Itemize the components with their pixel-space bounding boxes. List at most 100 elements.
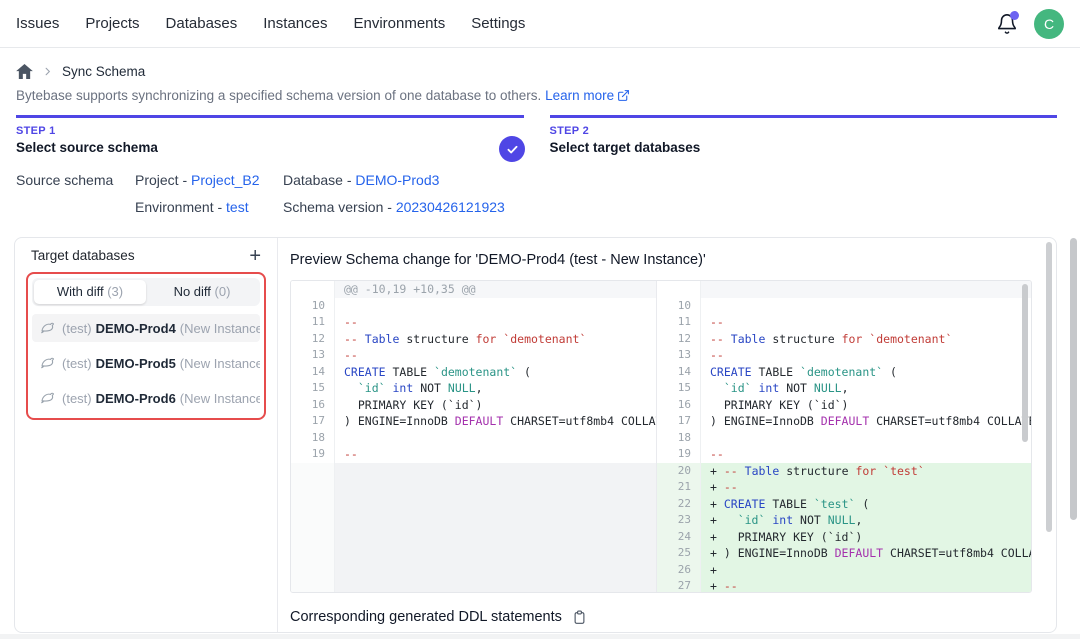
add-target-database-button[interactable]: + bbox=[247, 249, 263, 263]
target-selection-highlight-box: With diff (3) No diff (0) (test) DEMO-Pro… bbox=[26, 272, 266, 420]
schema-version-link[interactable]: 20230426121923 bbox=[396, 199, 505, 215]
environment-link[interactable]: test bbox=[226, 199, 249, 215]
learn-more-link[interactable]: Learn more bbox=[545, 88, 614, 103]
diff-line: 15 `id` int NOT NULL, bbox=[657, 380, 1031, 397]
environment-prefix: (test) bbox=[62, 356, 92, 371]
diff-hunk-row bbox=[657, 281, 1031, 298]
nav-item-instances[interactable]: Instances bbox=[263, 15, 327, 32]
diff-line: 13-- bbox=[657, 347, 1031, 364]
diff-line: 10 bbox=[657, 298, 1031, 315]
diff-line: 19-- bbox=[657, 446, 1031, 463]
instance-suffix: (New Instance) bbox=[180, 356, 260, 371]
diff-line: 14CREATE TABLE `demotenant` ( bbox=[657, 364, 1031, 381]
diff-line: 25+ ) ENGINE=InnoDB DEFAULT CHARSET=utf8… bbox=[657, 545, 1031, 562]
target-database-row-demo-prod5[interactable]: (test) DEMO-Prod5 (New Instance) bbox=[32, 349, 260, 377]
nav-item-databases[interactable]: Databases bbox=[166, 15, 238, 32]
notification-dot bbox=[1010, 11, 1019, 20]
external-link-icon[interactable] bbox=[614, 88, 630, 103]
source-schema-fields: Project - Project_B2 Database - DEMO-Pro… bbox=[135, 172, 505, 215]
avatar[interactable]: C bbox=[1034, 9, 1064, 39]
step-1-title: Select source schema bbox=[16, 140, 524, 155]
main-card: Target databases + With diff (3) No diff… bbox=[14, 237, 1057, 633]
no-diff-count: (0) bbox=[215, 284, 231, 299]
panel-scrollbar[interactable] bbox=[1046, 242, 1052, 532]
environment-prefix: (test) bbox=[62, 391, 92, 406]
step-1: STEP 1 Select source schema bbox=[16, 115, 524, 155]
diff-line: 15 `id` int NOT NULL, bbox=[291, 380, 656, 397]
diff-pane-original: @@ -10,19 +10,35 @@1011--12-- Table stru… bbox=[291, 281, 657, 592]
project-link[interactable]: Project_B2 bbox=[191, 172, 259, 188]
chevron-right-icon bbox=[42, 66, 53, 77]
nav-right: C bbox=[996, 9, 1064, 39]
diff-line: 11-- bbox=[291, 314, 656, 331]
mysql-dolphin-icon bbox=[40, 390, 56, 406]
ddl-statements-header: Corresponding generated DDL statements bbox=[290, 609, 1032, 625]
schema-diff-editor: @@ -10,19 +10,35 @@1011--12-- Table stru… bbox=[290, 280, 1032, 593]
database-link[interactable]: DEMO-Prod3 bbox=[355, 172, 439, 188]
diff-pane-modified: 1011--12-- Table structure for `demotena… bbox=[657, 281, 1031, 592]
diff-line: 23+ `id` int NOT NULL, bbox=[657, 512, 1031, 529]
instance-suffix: (New Instance) bbox=[180, 391, 260, 406]
diff-line: 27+ -- bbox=[657, 578, 1031, 592]
target-database-row-demo-prod4[interactable]: (test)DEMO-Prod4(New Instance) bbox=[32, 314, 260, 342]
field-project: Project - Project_B2 bbox=[135, 172, 283, 188]
diff-line: 19-- bbox=[291, 446, 656, 463]
diff-line: 16 PRIMARY KEY (`id`) bbox=[291, 397, 656, 414]
home-icon[interactable] bbox=[16, 64, 33, 79]
environment-prefix: (test) bbox=[62, 321, 92, 336]
diff-line: 21+ -- bbox=[657, 479, 1031, 496]
target-database-list: (test) DEMO-Prod4 (New Instance) (test) DEM… bbox=[32, 314, 260, 414]
source-schema-label: Source schema bbox=[16, 172, 135, 215]
diff-line: 18 bbox=[657, 430, 1031, 447]
tab-with-diff[interactable]: With diff (3) bbox=[34, 280, 146, 304]
diff-filler bbox=[291, 463, 656, 593]
diff-line: 14CREATE TABLE `demotenant` ( bbox=[291, 364, 656, 381]
diff-line: 26+ bbox=[657, 562, 1031, 579]
nav-item-environments[interactable]: Environments bbox=[353, 15, 445, 32]
diff-line: 17) ENGINE=InnoDB DEFAULT CHARSET=utf8mb… bbox=[291, 413, 656, 430]
step-1-complete-check-icon bbox=[499, 136, 525, 162]
breadcrumb-page: Sync Schema bbox=[62, 64, 145, 79]
page-scrollbar[interactable] bbox=[1070, 238, 1077, 520]
diff-filter-tabs: With diff (3) No diff (0) bbox=[32, 278, 260, 306]
breadcrumb: Sync Schema bbox=[0, 48, 1080, 79]
steps: STEP 1 Select source schema STEP 2 Selec… bbox=[16, 115, 1057, 155]
mysql-dolphin-icon bbox=[40, 320, 56, 336]
intro-text: Bytebase supports synchronizing a specif… bbox=[16, 88, 541, 103]
diff-line: 12-- Table structure for `demotenant` bbox=[657, 331, 1031, 348]
nav-item-settings[interactable]: Settings bbox=[471, 15, 525, 32]
database-name: DEMO-Prod5 bbox=[96, 356, 176, 371]
field-schema-version: Schema version - 20230426121923 bbox=[283, 199, 505, 215]
target-database-row-demo-prod6[interactable]: (test) DEMO-Prod6 (New Instance) bbox=[32, 384, 260, 412]
field-environment: Environment - test bbox=[135, 199, 283, 215]
target-databases-title: Target databases bbox=[31, 248, 135, 263]
source-schema-section: Source schema Project - Project_B2 Datab… bbox=[16, 172, 1064, 215]
diff-line: 18 bbox=[291, 430, 656, 447]
diff-scrollbar[interactable] bbox=[1022, 284, 1028, 442]
diff-line: 10 bbox=[291, 298, 656, 315]
diff-line: 22+ CREATE TABLE `test` ( bbox=[657, 496, 1031, 513]
notification-bell-icon[interactable] bbox=[996, 13, 1018, 35]
nav-item-projects[interactable]: Projects bbox=[85, 15, 139, 32]
tab-no-diff[interactable]: No diff (0) bbox=[146, 280, 258, 304]
top-nav: Issues Projects Databases Instances Environm… bbox=[0, 0, 1080, 48]
diff-line: 17) ENGINE=InnoDB DEFAULT CHARSET=utf8mb… bbox=[657, 413, 1031, 430]
copy-ddl-icon[interactable] bbox=[572, 609, 587, 625]
database-name: DEMO-Prod4 bbox=[96, 321, 176, 336]
preview-title: Preview Schema change for 'DEMO-Prod4 (t… bbox=[290, 252, 1032, 268]
with-diff-count: (3) bbox=[107, 284, 123, 299]
nav-items: Issues Projects Databases Instances Environm… bbox=[16, 15, 525, 32]
ddl-statements-title: Corresponding generated DDL statements bbox=[290, 609, 562, 625]
nav-item-issues[interactable]: Issues bbox=[16, 15, 59, 32]
diff-line: 11-- bbox=[657, 314, 1031, 331]
preview-panel: Preview Schema change for 'DEMO-Prod4 (t… bbox=[278, 238, 1056, 632]
target-databases-panel: Target databases + With diff (3) No diff… bbox=[15, 238, 278, 632]
bottom-strip bbox=[0, 634, 1080, 639]
diff-line: 24+ PRIMARY KEY (`id`) bbox=[657, 529, 1031, 546]
diff-line: 13-- bbox=[291, 347, 656, 364]
database-name: DEMO-Prod6 bbox=[96, 391, 176, 406]
field-database: Database - DEMO-Prod3 bbox=[283, 172, 505, 188]
step-2-label: STEP 2 bbox=[550, 125, 1058, 137]
mysql-dolphin-icon bbox=[40, 355, 56, 371]
intro-text-row: Bytebase supports synchronizing a specif… bbox=[16, 88, 1064, 103]
